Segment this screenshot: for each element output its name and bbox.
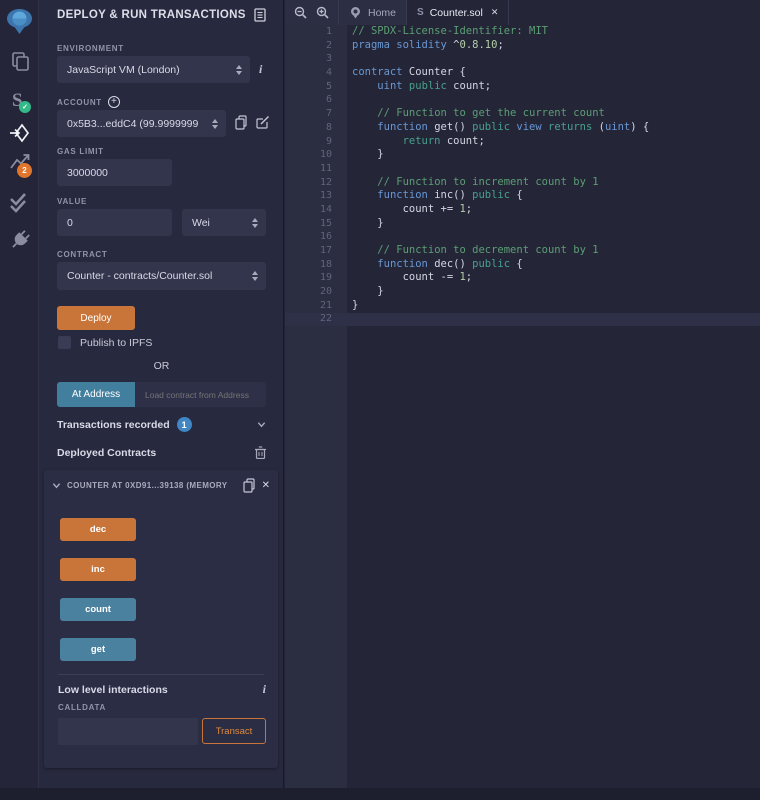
account-value: 0x5B3...eddC4 (99.9999999 (67, 118, 206, 130)
account-label: ACCOUNT (57, 98, 102, 107)
value-unit: Wei (192, 217, 246, 229)
compiler-success-badge: ✓ (19, 101, 31, 113)
plugin-manager-icon[interactable] (0, 228, 39, 252)
deployed-contracts-label: Deployed Contracts (57, 447, 156, 459)
copy-account-icon[interactable] (235, 115, 248, 130)
publish-ipfs-label: Publish to IPFS (80, 337, 152, 349)
tab-home[interactable]: Home (339, 0, 407, 25)
deploy-and-run-icon[interactable] (0, 121, 39, 145)
environment-label: ENVIRONMENT (57, 44, 124, 53)
contract-label: CONTRACT (57, 250, 107, 259)
transactions-count-badge: 1 (177, 417, 192, 432)
copy-address-icon[interactable] (243, 478, 256, 493)
tab-label: Home (368, 7, 396, 19)
calldata-label: CALLDATA (58, 703, 106, 712)
calldata-input[interactable] (58, 718, 198, 745)
transact-button[interactable]: Transact (202, 718, 266, 744)
remix-ide: S ✓ 2 (0, 0, 760, 800)
fn-inc-button[interactable]: inc (60, 558, 136, 581)
remix-logo-icon[interactable] (0, 7, 39, 35)
select-stepper-icon (212, 119, 218, 129)
select-stepper-icon (252, 271, 258, 281)
gas-limit-label: GAS LIMIT (57, 147, 104, 156)
account-select[interactable]: 0x5B3...eddC4 (99.9999999 (57, 110, 226, 137)
contract-select[interactable]: Counter - contracts/Counter.sol (57, 262, 266, 290)
fn-dec-button[interactable]: dec (60, 518, 136, 541)
editor-zoom-tools (285, 0, 339, 25)
gutter: 12345678910111213141516171819202122 (285, 25, 347, 326)
remove-contract-icon[interactable]: ✕ (262, 480, 270, 491)
select-stepper-icon (252, 218, 258, 228)
solidity-compiler-icon[interactable]: S (0, 86, 39, 116)
value-label: VALUE (57, 197, 87, 206)
unit-testing-icon[interactable] (0, 190, 39, 216)
environment-value: JavaScript VM (London) (67, 64, 230, 76)
environment-info-icon[interactable]: i (259, 62, 262, 77)
fn-count-button[interactable]: count (60, 598, 136, 621)
fn-get-button[interactable]: get (60, 638, 136, 661)
deploy-run-panel: DEPLOY & RUN TRANSACTIONS ENVIRONMENT Ja… (39, 0, 284, 788)
publish-ipfs-checkbox[interactable] (58, 336, 71, 349)
environment-select[interactable]: JavaScript VM (London) (57, 56, 250, 83)
zoom-out-icon[interactable] (294, 6, 307, 19)
code-lines[interactable]: // SPDX-License-Identifier: MITpragma so… (347, 25, 760, 326)
zoom-in-icon[interactable] (316, 6, 329, 19)
low-level-title: Low level interactions (58, 684, 168, 696)
at-address-button[interactable]: At Address (57, 382, 135, 407)
deploy-button[interactable]: Deploy (57, 306, 135, 330)
tab-label: Counter.sol (430, 7, 483, 19)
divider (58, 674, 264, 675)
collapse-chevron-icon[interactable] (52, 481, 61, 490)
or-label: OR (57, 360, 266, 372)
add-account-icon[interactable]: + (108, 96, 120, 108)
close-tab-icon[interactable]: ✕ (491, 7, 499, 18)
documentation-icon[interactable] (254, 8, 266, 22)
trash-icon[interactable] (255, 446, 266, 459)
analytics-count-badge: 2 (17, 163, 32, 178)
deployed-contract-title: COUNTER AT 0XD91...39138 (MEMORY (67, 481, 237, 490)
chevron-down-icon[interactable] (257, 420, 266, 429)
contract-value: Counter - contracts/Counter.sol (67, 270, 246, 282)
value-input[interactable] (57, 209, 172, 236)
value-unit-select[interactable]: Wei (182, 209, 266, 236)
panel-title: DEPLOY & RUN TRANSACTIONS (57, 9, 246, 21)
editor-tab-bar: Home S Counter.sol ✕ (285, 0, 760, 25)
low-level-info-icon[interactable]: i (263, 682, 266, 697)
gas-limit-input[interactable] (57, 159, 172, 186)
transactions-recorded-label: Transactions recorded (57, 419, 170, 431)
sign-message-icon[interactable] (256, 116, 270, 129)
deployed-contract-card: COUNTER AT 0XD91...39138 (MEMORY ✕ dec i… (44, 470, 278, 768)
remix-home-icon (349, 6, 362, 19)
code-editor: 12345678910111213141516171819202122 // S… (285, 0, 760, 788)
terminal-edge[interactable] (0, 788, 760, 800)
activity-bar: S ✓ 2 (0, 0, 39, 788)
file-explorer-icon[interactable] (0, 50, 39, 74)
solidity-file-icon: S (417, 7, 424, 18)
select-stepper-icon (236, 65, 242, 75)
tab-counter-sol[interactable]: S Counter.sol ✕ (407, 0, 509, 25)
at-address-input[interactable] (135, 382, 266, 407)
